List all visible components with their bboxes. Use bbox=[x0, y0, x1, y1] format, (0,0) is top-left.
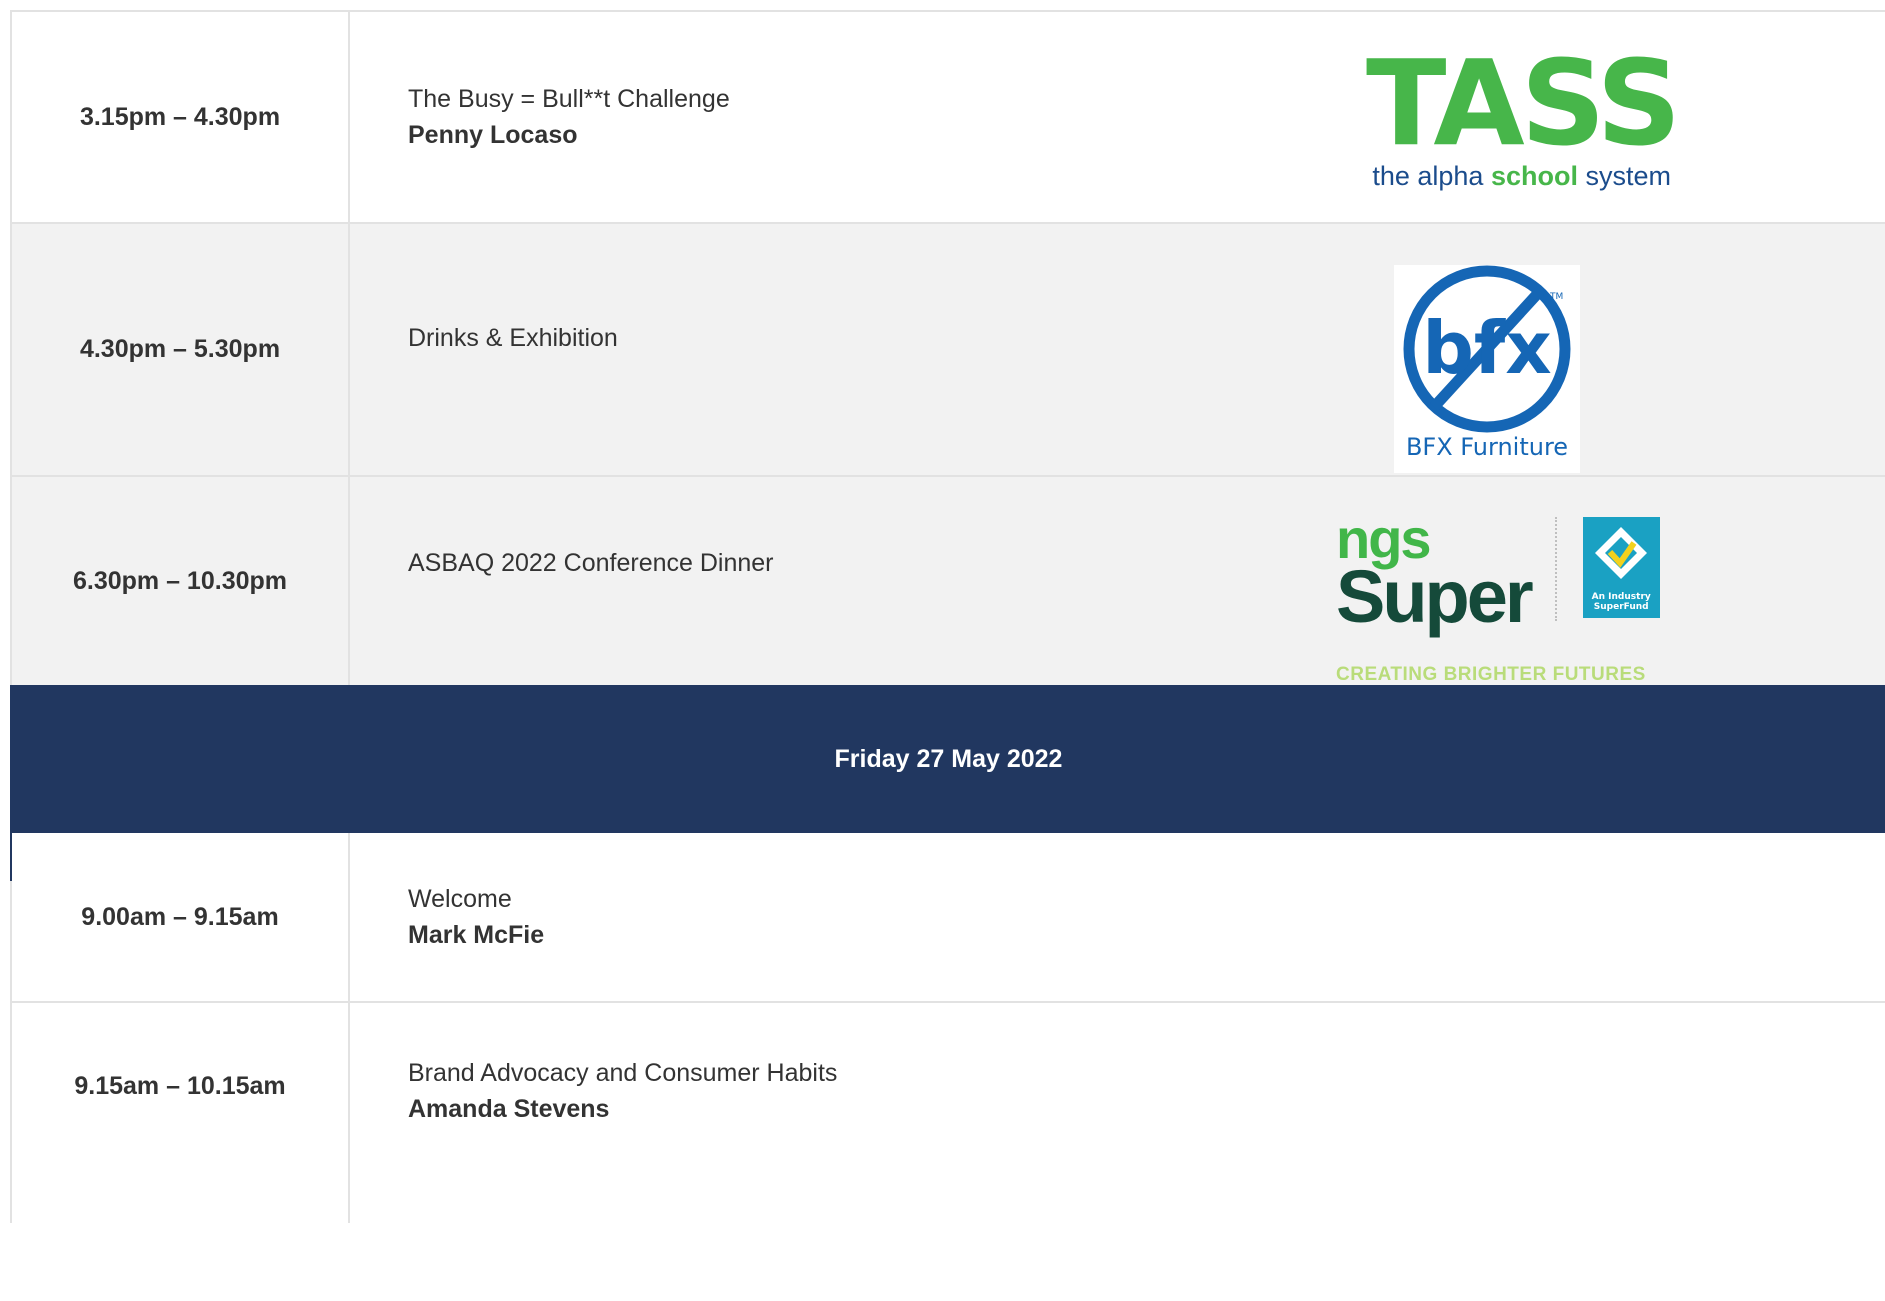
schedule-row: 3.15pm – 4.30pm The Busy = Bull**t Chall… bbox=[12, 12, 1885, 224]
badge-line-2: SuperFund bbox=[1593, 602, 1649, 612]
session-details: Drinks & Exhibition bfx TM BFX Furniture bbox=[350, 224, 1885, 475]
page: 3.15pm – 4.30pm The Busy = Bull**t Chall… bbox=[0, 0, 1885, 1301]
ngs-wordmark-big: Super bbox=[1336, 555, 1534, 638]
banner-stub bbox=[10, 833, 12, 881]
tass-sponsor-logo: TASS the alpha school system bbox=[1366, 34, 1681, 194]
session-speaker: Mark McFie bbox=[408, 921, 545, 949]
ngs-super-sponsor-logo: ngs Super An Industry SuperFund CREATING… bbox=[1336, 511, 1660, 693]
bfx-tm: TM bbox=[1549, 292, 1563, 302]
session-title: ASBAQ 2022 Conference Dinner bbox=[408, 549, 774, 577]
ngs-divider bbox=[1554, 517, 1557, 621]
bfx-logo-box: bfx TM BFX Furniture bbox=[1394, 265, 1580, 473]
session-details: Brand Advocacy and Consumer Habits Amand… bbox=[350, 1003, 1885, 1223]
session-time: 9.15am – 10.15am bbox=[12, 1003, 350, 1223]
day-banner-label: Friday 27 May 2022 bbox=[834, 744, 1063, 773]
schedule-row: 9.15am – 10.15am Brand Advocacy and Cons… bbox=[12, 1003, 1885, 1223]
session-details: Welcome Mark McFie bbox=[350, 833, 1885, 1001]
schedule-row: 9.00am – 9.15am Welcome Mark McFie bbox=[12, 833, 1885, 1003]
tass-logo-mark: TASS bbox=[1366, 34, 1681, 172]
industry-superfund-badge: An Industry SuperFund bbox=[1582, 517, 1660, 618]
session-title: Drinks & Exhibition bbox=[408, 324, 618, 352]
session-time: 6.30pm – 10.30pm bbox=[12, 477, 350, 685]
day-banner: Friday 27 May 2022 bbox=[10, 685, 1885, 881]
diamond-tick-icon bbox=[1594, 527, 1647, 579]
session-title: Brand Advocacy and Consumer Habits bbox=[408, 1059, 838, 1087]
session-time: 3.15pm – 4.30pm bbox=[12, 12, 350, 222]
ngs-logo-top: ngs Super An Industry SuperFund bbox=[1336, 511, 1660, 638]
bfx-logo-label: BFX Furniture bbox=[1405, 433, 1569, 461]
schedule-row: 6.30pm – 10.30pm ASBAQ 2022 Conference D… bbox=[12, 477, 1885, 685]
session-details: ASBAQ 2022 Conference Dinner ngs Super A… bbox=[350, 477, 1885, 685]
session-time: 4.30pm – 5.30pm bbox=[12, 224, 350, 475]
bfx-sponsor-logo: bfx TM BFX Furniture bbox=[1394, 265, 1580, 473]
session-title: Welcome bbox=[408, 885, 512, 913]
ngs-logo: ngs Super An Industry SuperFund CREATING… bbox=[1336, 511, 1660, 693]
badge-line-1: An Industry bbox=[1591, 592, 1651, 602]
schedule-row: 4.30pm – 5.30pm Drinks & Exhibition bfx … bbox=[12, 224, 1885, 477]
session-time: 9.00am – 9.15am bbox=[12, 833, 350, 1001]
session-details: The Busy = Bull**t Challenge Penny Locas… bbox=[350, 12, 1885, 222]
bfx-circle-icon: bfx TM bbox=[1403, 265, 1571, 433]
schedule-table: 3.15pm – 4.30pm The Busy = Bull**t Chall… bbox=[10, 10, 1885, 1223]
session-speaker: Amanda Stevens bbox=[408, 1095, 610, 1123]
ngs-wordmark: ngs Super bbox=[1336, 511, 1534, 638]
bfx-logo-mark: bfx bbox=[1422, 306, 1551, 390]
